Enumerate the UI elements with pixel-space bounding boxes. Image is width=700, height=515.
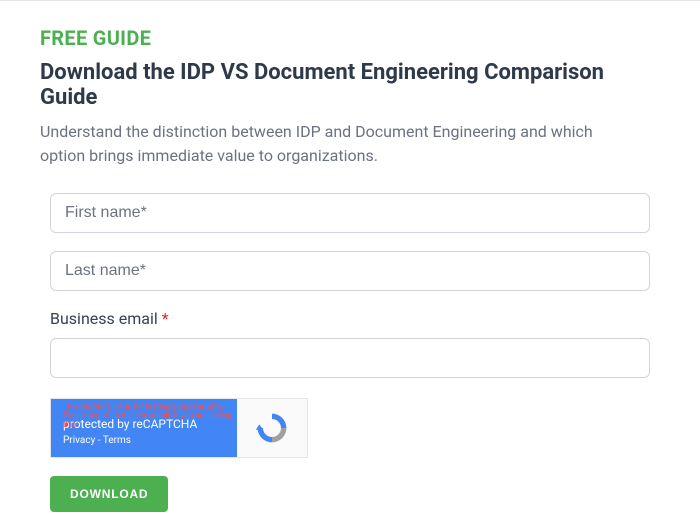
business-email-label-text: Business email — [50, 309, 158, 328]
recaptcha-terms-link[interactable]: Terms — [103, 435, 131, 446]
eyebrow-label: FREE GUIDE — [40, 26, 660, 50]
recaptcha-info: This reCAPTCHA is for testing purposes o… — [51, 399, 237, 457]
recaptcha-separator: - — [95, 435, 103, 446]
recaptcha-warning: This reCAPTCHA is for testing purposes o… — [63, 403, 233, 429]
recaptcha-widget[interactable]: This reCAPTCHA is for testing purposes o… — [50, 398, 308, 458]
page-subheading: Understand the distinction between IDP a… — [40, 120, 630, 168]
recaptcha-links: Privacy - Terms — [63, 435, 225, 446]
last-name-wrapper — [50, 251, 650, 291]
business-email-input[interactable] — [50, 338, 650, 378]
recaptcha-privacy-link[interactable]: Privacy — [63, 435, 95, 446]
required-mark: * — [162, 309, 169, 328]
first-name-input[interactable] — [50, 193, 650, 233]
download-form: Business email * This reCAPTCHA is for t… — [40, 193, 660, 512]
page-heading: Download the IDP VS Document Engineering… — [40, 60, 660, 110]
last-name-input[interactable] — [50, 251, 650, 291]
recaptcha-icon — [254, 410, 290, 446]
business-email-wrapper: Business email * — [50, 309, 650, 378]
recaptcha-logo-area — [237, 399, 307, 457]
first-name-wrapper — [50, 193, 650, 233]
business-email-label: Business email * — [50, 309, 650, 328]
download-button[interactable]: DOWNLOAD — [50, 476, 168, 512]
